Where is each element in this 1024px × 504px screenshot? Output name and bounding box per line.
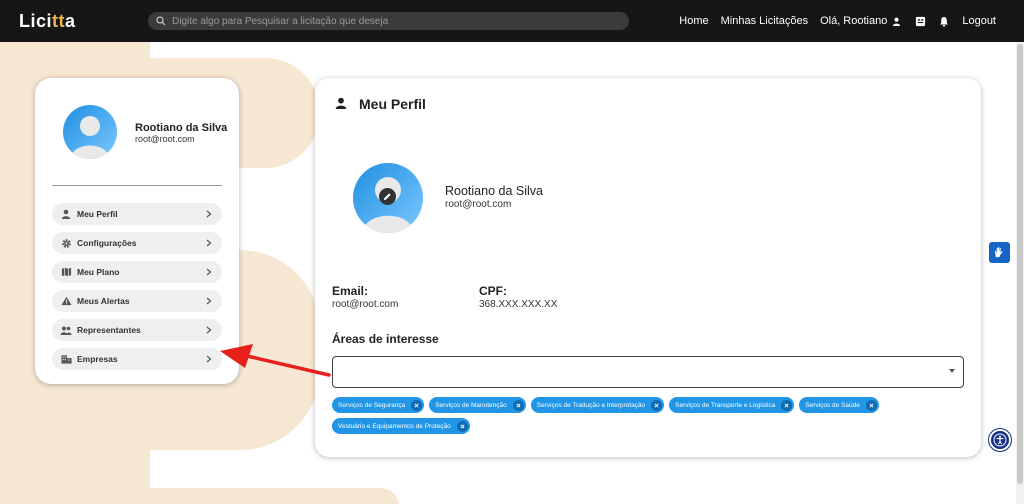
sidebar-item-label: Meus Alertas [77, 296, 130, 306]
areas-select[interactable] [332, 356, 964, 388]
logout-link[interactable]: Logout [962, 15, 996, 27]
group-icon [60, 324, 72, 336]
greeting-text: Olá, Rootiano [820, 15, 888, 27]
search-bar[interactable] [148, 12, 629, 30]
sidebar-item-configuracoes[interactable]: Configurações [52, 232, 222, 254]
person-icon [335, 96, 347, 112]
sidebar-item-label: Meu Perfil [77, 209, 118, 219]
sidebar-menu: Meu Perfil Configurações Meu Plano Meus … [52, 203, 222, 377]
chip-label: Serviços de Manutenção [435, 401, 507, 409]
profile-main-card: Meu Perfil Rootiano da Silva root@root.c… [315, 78, 981, 457]
chevron-right-icon [204, 238, 214, 248]
profile-name: Rootiano da Silva [445, 184, 543, 198]
chevron-right-icon [204, 209, 214, 219]
sidebar-item-label: Meu Plano [77, 267, 120, 277]
close-icon[interactable] [781, 399, 793, 411]
sidebar-item-meu-perfil[interactable]: Meu Perfil [52, 203, 222, 225]
area-chip: Serviços de Manutenção [429, 397, 526, 413]
sidebar-item-meus-alertas[interactable]: Meus Alertas [52, 290, 222, 312]
nav-home[interactable]: Home [679, 15, 708, 27]
email-label: Email: [332, 284, 369, 298]
pencil-icon [383, 193, 391, 201]
page-title-text: Meu Perfil [359, 96, 426, 112]
close-icon[interactable] [651, 399, 663, 411]
bell-icon[interactable] [938, 15, 950, 27]
nav-minhas-licitacoes[interactable]: Minhas Licitações [721, 15, 808, 27]
sidebar-item-meu-plano[interactable]: Meu Plano [52, 261, 222, 283]
areas-chip-list: Serviços de Segurança Serviços de Manute… [332, 397, 964, 434]
user-icon [890, 15, 902, 27]
logo-text: a [65, 11, 76, 31]
edit-avatar-button[interactable] [379, 188, 396, 205]
area-chip: Serviços de Tradução e Interpretação [530, 397, 665, 413]
hands-icon [994, 247, 1003, 258]
chip-label: Vestuário e Equipamentos de Proteção [338, 422, 451, 430]
sidebar-item-label: Configurações [77, 238, 137, 248]
chevron-right-icon [204, 296, 214, 306]
chip-label: Serviços de Segurança [338, 401, 406, 409]
area-chip: Vestuário e Equipamentos de Proteção [332, 418, 470, 434]
cpf-label: CPF: [479, 284, 507, 298]
areas-title: Áreas de interesse [332, 332, 439, 346]
logo-accent: tt [52, 11, 66, 31]
divider [52, 185, 222, 186]
accessibility-button[interactable] [989, 429, 1011, 451]
sidebar-item-empresas[interactable]: Empresas [52, 348, 222, 370]
sidebar-item-representantes[interactable]: Representantes [52, 319, 222, 341]
accessibility-icon [993, 433, 1007, 447]
chip-label: Serviços de Transporte e Logística [675, 401, 776, 409]
sidebar-item-label: Representantes [77, 325, 141, 335]
page-title: Meu Perfil [335, 96, 426, 112]
sidebar-user-name: Rootiano da Silva [135, 122, 228, 134]
profile-email: root@root.com [445, 199, 512, 210]
top-navbar: Licitta Home Minhas Licitações Olá, Root… [0, 0, 1024, 42]
chevron-right-icon [204, 354, 214, 364]
area-chip: Serviços de Transporte e Logística [669, 397, 795, 413]
scrollbar-thumb[interactable] [1017, 44, 1023, 484]
search-icon [156, 16, 166, 26]
gear-icon [60, 237, 72, 249]
avatar [63, 105, 117, 159]
search-input[interactable] [172, 15, 612, 27]
chevron-right-icon [204, 267, 214, 277]
logo-text: Lici [19, 11, 53, 31]
chip-label: Serviços de Tradução e Interpretação [536, 401, 646, 409]
dashboard-icon[interactable] [914, 15, 926, 27]
warning-icon [60, 295, 72, 307]
background-shape [40, 488, 400, 504]
close-icon[interactable] [512, 399, 524, 411]
nav-user-greeting[interactable]: Olá, Rootiano [820, 15, 902, 27]
close-icon[interactable] [456, 420, 468, 432]
annotation-arrow-icon [220, 344, 331, 377]
sidebar-user-email: root@root.com [135, 134, 195, 144]
email-value: root@root.com [332, 299, 399, 310]
chip-label: Serviços de Saúde [805, 401, 860, 409]
building-icon [60, 353, 72, 365]
close-icon[interactable] [865, 399, 877, 411]
caret-down-icon [949, 369, 955, 373]
page-scrollbar[interactable] [1016, 42, 1024, 504]
sign-language-button[interactable] [989, 242, 1010, 263]
chevron-right-icon [204, 325, 214, 335]
map-icon [60, 266, 72, 278]
person-icon [60, 208, 72, 220]
cpf-value: 368.XXX.XXX.XX [479, 299, 558, 310]
logo[interactable]: Licitta [19, 11, 76, 32]
sidebar-item-label: Empresas [77, 354, 118, 364]
close-icon[interactable] [411, 399, 423, 411]
profile-sidebar-card: Rootiano da Silva root@root.com Meu Perf… [35, 78, 239, 384]
nav-menu: Home Minhas Licitações Olá, Rootiano Log… [679, 0, 996, 42]
area-chip: Serviços de Saúde [799, 397, 879, 413]
area-chip: Serviços de Segurança [332, 397, 425, 413]
